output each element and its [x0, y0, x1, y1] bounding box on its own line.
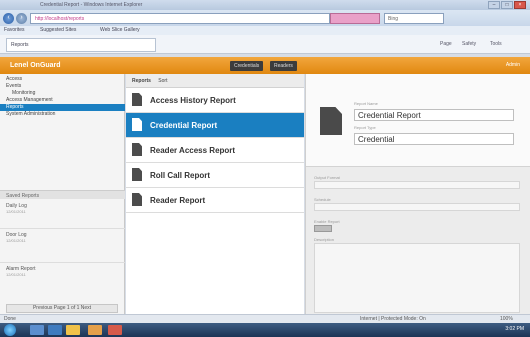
saved-item[interactable]: Door Log 12/01/2011 [6, 232, 27, 243]
tree-item-access[interactable]: Access [0, 76, 125, 83]
zoom-level[interactable]: 100% [500, 316, 513, 322]
sort-link[interactable]: Sort [158, 78, 167, 84]
clock: 3:02 PM [505, 326, 524, 332]
tree-item-events[interactable]: Events [0, 83, 125, 90]
status-text: Done [4, 316, 16, 322]
folder-taskbar-icon[interactable] [66, 325, 80, 335]
report-item-label: Credential Report [150, 121, 218, 130]
saved-item-date: 12/01/2011 [6, 209, 26, 214]
report-type-label: Report Type [354, 125, 376, 130]
report-list-title: Reports [132, 78, 151, 84]
document-icon [132, 193, 142, 206]
user-menu[interactable]: Admin [506, 62, 520, 68]
report-item-label: Access History Report [150, 96, 236, 105]
report-item-label: Roll Call Report [150, 171, 211, 180]
tree-item-reports[interactable]: Reports [0, 104, 125, 111]
browser-tab[interactable]: Reports [6, 38, 156, 52]
search-input[interactable]: Bing [384, 13, 444, 24]
report-settings: Output Format Schedule Enable Report Des… [306, 166, 530, 326]
favorites-button[interactable]: Favorites [4, 27, 25, 33]
description-label: Description [314, 237, 335, 242]
favorites-bar: Favorites Suggested Sites Web Slice Gall… [0, 26, 530, 35]
status-bar: Done Internet | Protected Mode: On 100% [0, 314, 530, 323]
tree-item-system-administration[interactable]: System Administration [0, 111, 125, 118]
url-input[interactable]: http://localhost/reports [30, 13, 330, 24]
navigation-panel: Access Events Monitoring Access Manageme… [0, 74, 125, 326]
close-button[interactable]: × [514, 1, 526, 9]
report-item-credential[interactable]: Credential Report [126, 113, 304, 138]
report-document-icon [320, 107, 342, 135]
suggested-sites-link[interactable]: Suggested Sites [40, 27, 76, 33]
report-detail-panel: Report Name Credential Report Report Typ… [305, 74, 530, 326]
document-icon [132, 143, 142, 156]
readers-button[interactable]: Readers [270, 61, 297, 71]
window-controls: – □ × [488, 1, 526, 9]
app-header: Lenel OnGuard Credentials Readers Admin [0, 57, 530, 74]
web-slice-link[interactable]: Web Slice Gallery [100, 27, 140, 33]
taskbar: 3:02 PM [0, 323, 530, 337]
start-button[interactable] [4, 324, 16, 336]
report-item-roll-call[interactable]: Roll Call Report [126, 163, 304, 188]
schedule-field[interactable] [314, 203, 520, 211]
window-title: Credential Report - Windows Internet Exp… [40, 2, 143, 8]
certificate-indicator[interactable] [330, 13, 380, 24]
divider [0, 228, 125, 229]
output-format-label: Output Format [314, 175, 340, 180]
maximize-button[interactable]: □ [501, 1, 513, 9]
address-bar: ‹ › http://localhost/reports Bing [0, 10, 530, 26]
saved-item[interactable]: Daily Log 12/01/2011 [6, 203, 27, 214]
report-item-label: Reader Access Report [150, 146, 236, 155]
saved-item-date: 12/01/2011 [6, 238, 26, 243]
report-item-reader-access[interactable]: Reader Access Report [126, 138, 304, 163]
report-item-label: Reader Report [150, 196, 206, 205]
app-logo: Lenel OnGuard [10, 62, 61, 69]
document-icon [132, 118, 142, 131]
report-item-access-history[interactable]: Access History Report [126, 88, 304, 113]
output-format-field[interactable] [314, 181, 520, 189]
tools-menu[interactable]: Tools [490, 41, 502, 47]
report-type-field[interactable]: Credential [354, 133, 514, 145]
ie-taskbar-icon[interactable] [30, 325, 44, 335]
media-taskbar-icon[interactable] [88, 325, 102, 335]
safety-menu[interactable]: Safety [462, 41, 476, 47]
report-list-panel: Reports Sort Access History Report Crede… [126, 74, 304, 326]
back-button[interactable]: ‹ [3, 13, 14, 24]
credentials-button[interactable]: Credentials [230, 61, 264, 71]
report-name-label: Report Name [354, 101, 378, 106]
forward-button[interactable]: › [16, 13, 27, 24]
enable-report-toggle[interactable] [314, 225, 332, 232]
explorer-taskbar-icon[interactable] [48, 325, 62, 335]
document-icon [132, 93, 142, 106]
description-field[interactable] [314, 243, 520, 313]
pager[interactable]: Previous Page 1 of 1 Next [6, 304, 118, 313]
page-menu[interactable]: Page [440, 41, 452, 47]
saved-reports-header: Saved Reports [0, 190, 125, 199]
zone-indicator: Internet | Protected Mode: On [360, 316, 426, 322]
divider [0, 262, 125, 263]
navigation-tree: Access Events Monitoring Access Manageme… [0, 76, 125, 118]
tree-item-access-management[interactable]: Access Management [0, 97, 125, 104]
report-item-reader[interactable]: Reader Report [126, 188, 304, 213]
url-text: http://localhost/reports [35, 16, 85, 22]
tab-bar: Reports Page Safety Tools [0, 35, 530, 54]
enable-report-label: Enable Report [314, 219, 340, 224]
browser-titlebar: Credential Report - Windows Internet Exp… [0, 0, 530, 10]
tree-item-monitoring[interactable]: Monitoring [0, 90, 125, 97]
minimize-button[interactable]: – [488, 1, 500, 9]
schedule-label: Schedule [314, 197, 331, 202]
report-name-field[interactable]: Credential Report [354, 109, 514, 121]
report-list-header: Reports Sort [126, 74, 304, 88]
saved-item[interactable]: Alarm Report 12/01/2011 [6, 266, 35, 277]
app-taskbar-icon[interactable] [108, 325, 122, 335]
document-icon [132, 168, 142, 181]
saved-item-date: 12/01/2011 [6, 272, 26, 277]
